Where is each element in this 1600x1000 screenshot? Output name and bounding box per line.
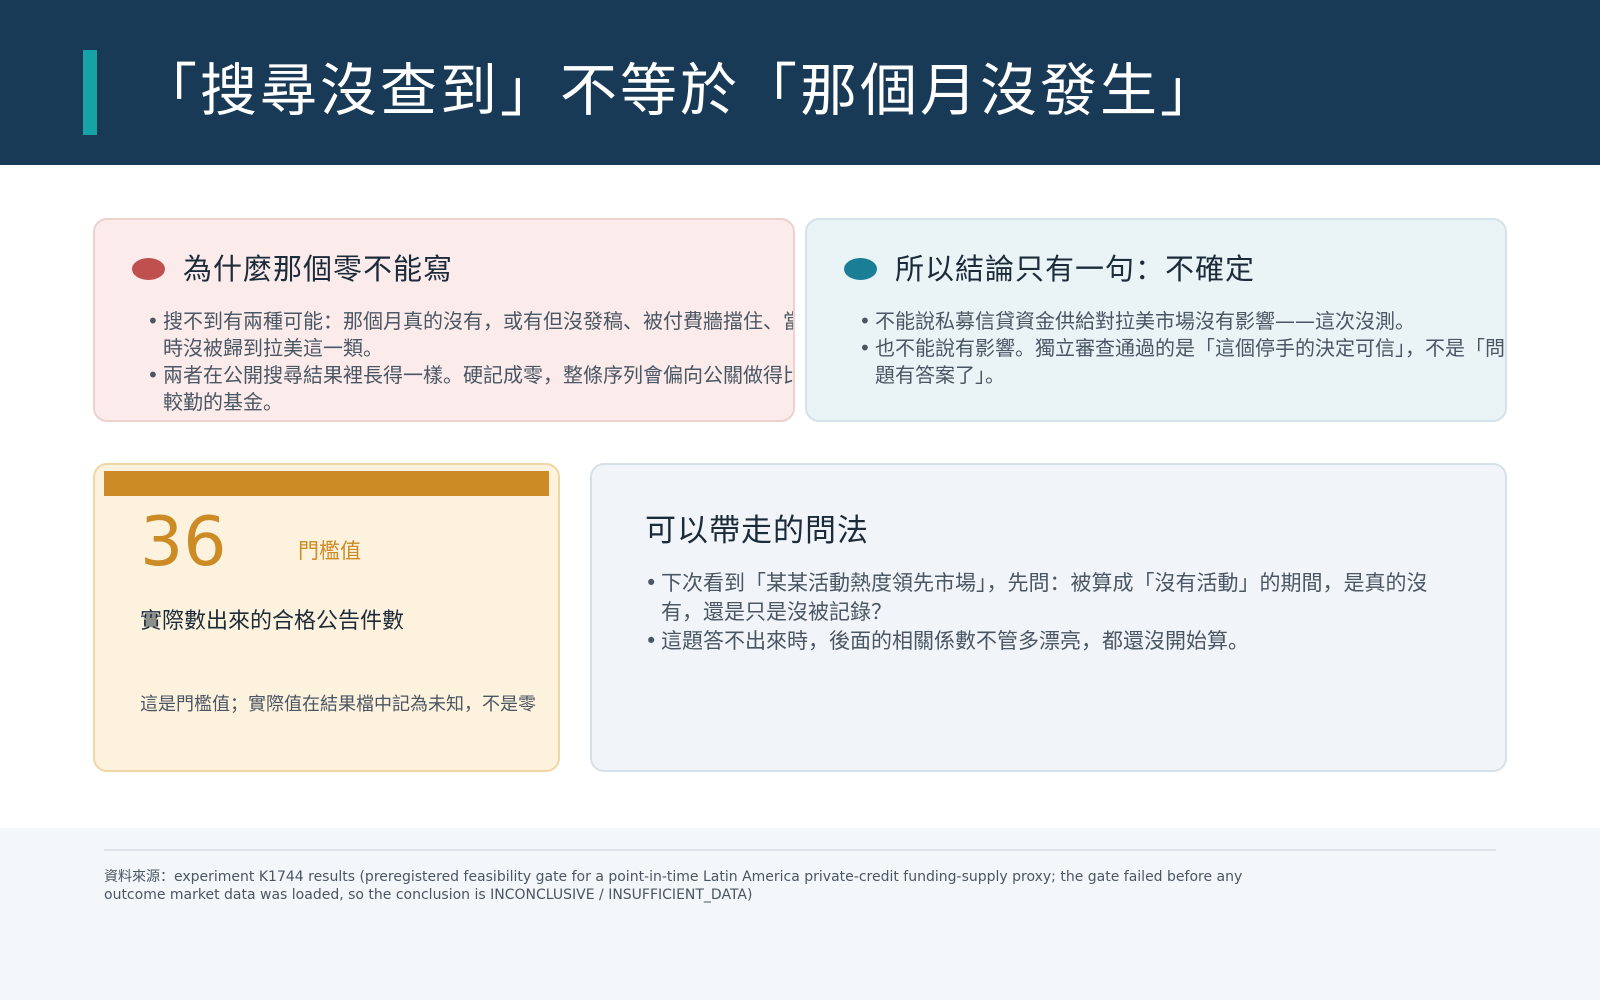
list-item: 兩者在公開搜尋結果裡長得一樣。硬記成零，整條序列會偏向公關做得比較勤的基金。 <box>147 362 793 416</box>
list-item: 搜不到有兩種可能：那個月真的沒有，或有但沒發稿、被付費牆擋住、當時沒被歸到拉美這… <box>147 308 793 362</box>
metric-note: 這是門檻值；實際值在結果檔中記為未知，不是零 <box>140 694 536 715</box>
why-card: 為什麼那個零不能寫 搜不到有兩種可能：那個月真的沒有，或有但沒發稿、被付費牆擋住… <box>93 218 795 422</box>
list-item: 下次看到「某某活動熱度領先市場」，先問：被算成「沒有活動」的期間，是真的沒有，還… <box>645 569 1445 627</box>
header-accent-bar <box>83 50 97 135</box>
metric-label: 實際數出來的合格公告件數 <box>140 609 405 634</box>
why-card-bullets: 搜不到有兩種可能：那個月真的沒有，或有但沒發稿、被付費牆擋住、當時沒被歸到拉美這… <box>147 308 793 416</box>
list-item: 這題答不出來時，後面的相關係數不管多漂亮，都還沒開始算。 <box>645 627 1445 656</box>
why-card-title: 為什麼那個零不能寫 <box>183 252 454 286</box>
list-item: 不能說私募信貸資金供給對拉美市場沒有影響——這次沒測。 <box>859 308 1505 335</box>
header-banner: 「搜尋沒查到」不等於「那個月沒發生」 <box>0 0 1600 165</box>
red-dot-icon <box>132 258 165 280</box>
conclusion-card: 所以結論只有一句：不確定 不能說私募信貸資金供給對拉美市場沒有影響——這次沒測。… <box>805 218 1507 422</box>
teal-dot-icon <box>844 258 877 280</box>
metric-value: 36 <box>140 503 227 582</box>
footer-divider <box>104 849 1496 851</box>
metric-card: 36 門檻值 實際數出來的合格公告件數 這是門檻值；實際值在結果檔中記為未知，不… <box>93 463 560 772</box>
metric-unit: 門檻值 <box>298 539 361 563</box>
list-item: 也不能說有影響。獨立審查通過的是「這個停手的決定可信」，不是「問題有答案了」。 <box>859 335 1505 389</box>
conclusion-card-title: 所以結論只有一句：不確定 <box>895 252 1256 286</box>
takeaway-card-bullets: 下次看到「某某活動熱度領先市場」，先問：被算成「沒有活動」的期間，是真的沒有，還… <box>645 569 1445 656</box>
source-note: 資料來源：experiment K1744 results (preregist… <box>104 869 1243 903</box>
conclusion-card-bullets: 不能說私募信貸資金供給對拉美市場沒有影響——這次沒測。 也不能說有影響。獨立審查… <box>859 308 1505 389</box>
metric-accent-bar <box>104 471 549 496</box>
takeaway-card: 可以帶走的問法 下次看到「某某活動熱度領先市場」，先問：被算成「沒有活動」的期間… <box>590 463 1507 772</box>
footer: 資料來源：experiment K1744 results (preregist… <box>0 828 1600 1000</box>
takeaway-card-title: 可以帶走的問法 <box>645 513 869 549</box>
page-title: 「搜尋沒查到」不等於「那個月沒發生」 <box>140 58 1220 124</box>
